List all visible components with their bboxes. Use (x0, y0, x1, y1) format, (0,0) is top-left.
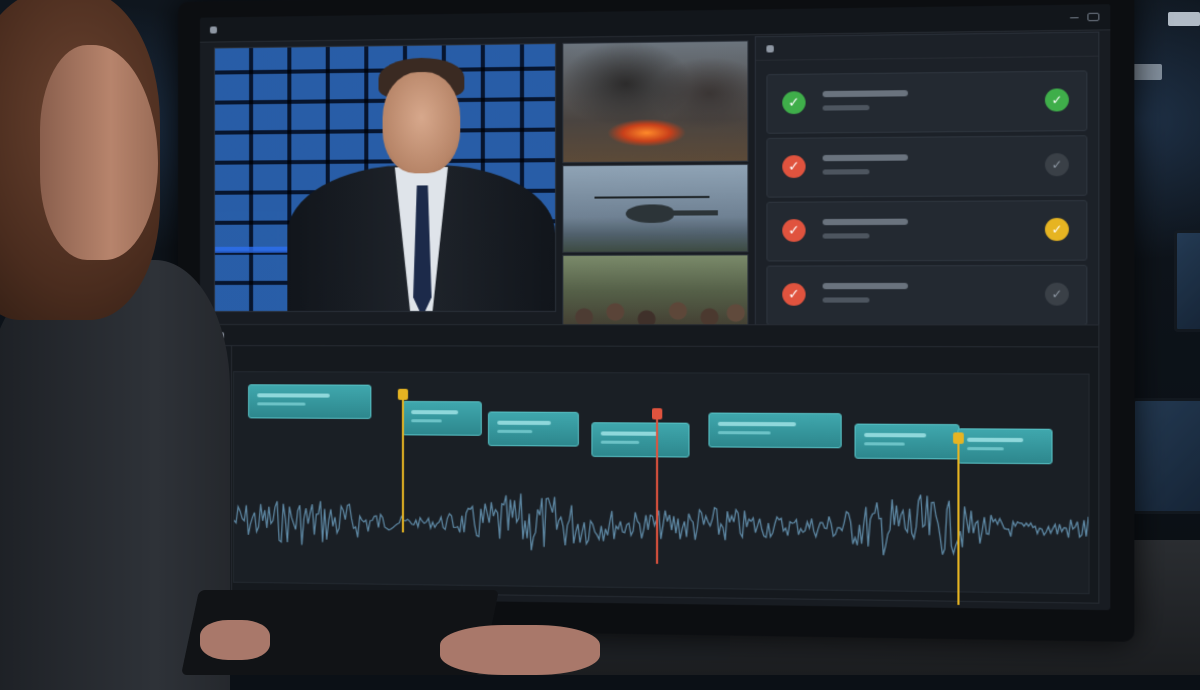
timeline-clip[interactable] (591, 422, 690, 458)
checklist-panel-icon (766, 44, 774, 53)
news-anchor-face (382, 71, 461, 174)
checklist-header (755, 32, 1099, 61)
checklist-item[interactable]: ✓ ✓ (766, 70, 1088, 134)
approved-check-icon[interactable]: ✓ (782, 91, 806, 115)
source-thumb-helicopter[interactable] (562, 163, 749, 253)
source-thumb-fire[interactable] (562, 40, 749, 164)
marker-flag-icon[interactable] (953, 432, 964, 444)
program-monitor[interactable] (213, 42, 557, 312)
pending-status-icon[interactable]: ✓ (1044, 282, 1069, 306)
checklist-item[interactable]: ✓ ✓ (766, 135, 1088, 198)
restore-icon[interactable] (1087, 12, 1100, 22)
monitor: ✓✓✓✓✓✓✓✓ ☁ ⚙ ◉ ◇ (178, 0, 1135, 642)
background-monitor (1132, 398, 1200, 514)
timeline-clip[interactable] (487, 411, 579, 447)
editor-screen: ✓✓✓✓✓✓✓✓ ☁ ⚙ ◉ ◇ (199, 4, 1111, 611)
track-area[interactable] (233, 371, 1090, 605)
checklist-item[interactable]: ✓ ✓ (766, 264, 1088, 326)
helicopter-rotor (594, 195, 710, 199)
item-title-placeholder (822, 90, 908, 98)
left-hand (200, 620, 270, 660)
flagged-check-icon[interactable]: ✓ (782, 155, 806, 179)
yellow-marker[interactable] (953, 432, 964, 605)
timeline-panel: ☁ ⚙ ◉ ◇ (205, 324, 1100, 605)
marker-flag-icon[interactable] (397, 388, 409, 400)
item-title-placeholder (822, 154, 908, 162)
helicopter-icon (625, 204, 674, 223)
item-title-placeholder (822, 282, 908, 290)
background-monitor (1174, 230, 1200, 332)
flagged-check-icon[interactable]: ✓ (782, 283, 806, 306)
timeline-clip[interactable] (401, 400, 482, 436)
marker-flag-icon[interactable] (651, 408, 663, 420)
flagged-check-icon[interactable]: ✓ (782, 219, 806, 242)
minimize-icon[interactable] (1069, 16, 1079, 18)
item-meta-placeholder (822, 105, 870, 111)
audio-waveform[interactable] (234, 480, 1088, 571)
yellow-marker[interactable] (397, 388, 409, 533)
warning-status-icon[interactable]: ✓ (1044, 217, 1069, 241)
item-meta-placeholder (822, 169, 870, 175)
timeline-clip[interactable] (708, 412, 842, 449)
ceiling-light (1168, 12, 1200, 26)
pending-status-icon[interactable]: ✓ (1044, 153, 1069, 177)
helicopter-tail (671, 210, 718, 216)
timeline-clip[interactable] (854, 423, 960, 460)
item-title-placeholder (822, 218, 908, 226)
checklist-item[interactable]: ✓ ✓ (766, 200, 1088, 262)
app-logo-icon (209, 25, 217, 34)
item-meta-placeholder (822, 233, 870, 239)
timeline-clip[interactable] (957, 428, 1053, 465)
verification-checklist-panel: ✓ ✓ ✓ ✓ ✓ ✓ ✓ ✓ (754, 31, 1100, 337)
timeline-clip[interactable] (248, 384, 372, 419)
red-marker[interactable] (651, 408, 663, 564)
verified-status-icon[interactable]: ✓ (1044, 88, 1069, 112)
item-meta-placeholder (822, 297, 870, 303)
right-hand (440, 625, 600, 675)
timeline-header (206, 325, 1099, 348)
